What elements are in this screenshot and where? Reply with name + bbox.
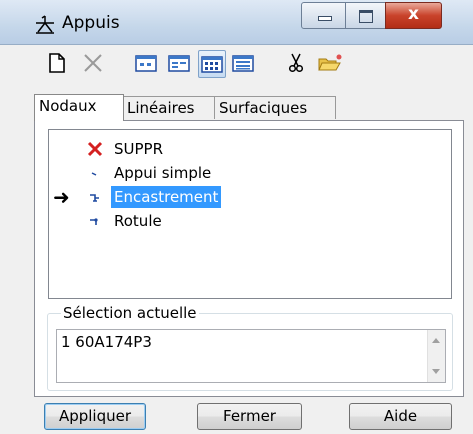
current-arrow-icon: ➜ [53,185,70,209]
delete-button[interactable] [80,50,106,76]
help-button[interactable]: Aide [349,403,452,430]
title-bar[interactable]: Appuis x [0,0,473,45]
close-button[interactable]: Fermer [197,403,302,430]
selection-group: Sélection actuelle 1 60A174P3 [47,304,453,391]
support-list[interactable]: SUPPR Appui simple ➜ Encastrement Rotule [48,129,452,299]
list-item-label: Appui simple [114,164,212,182]
scroll-down-icon[interactable] [432,369,440,374]
selection-group-title: Sélection actuelle [61,304,199,322]
new-icon [49,53,65,73]
tab-label: Surfaciques [219,99,308,117]
apply-button[interactable]: Appliquer [44,403,146,430]
view-small-button[interactable] [133,50,159,76]
tab-nodaux[interactable]: Nodaux [34,94,124,121]
view-details-icon [232,55,254,72]
close-window-button[interactable]: x [385,2,442,29]
list-item-label: Encastrement [111,186,222,208]
maximize-icon [359,10,373,23]
list-item[interactable]: SUPPR [49,138,429,160]
new-button[interactable] [44,50,70,76]
view-list-icon [168,55,190,72]
list-item[interactable]: ➜ Encastrement [49,186,429,208]
view-details-button[interactable] [230,50,256,76]
view-list-button[interactable] [166,50,192,76]
cut-button[interactable] [283,50,309,76]
fixed-support-icon [90,194,99,202]
folder-open-icon [318,54,342,71]
list-item-label: SUPPR [114,140,164,158]
scroll-up-icon[interactable] [432,338,440,343]
selection-field[interactable]: 1 60A174P3 [56,329,446,383]
selection-scrollbar[interactable] [427,330,445,382]
view-small-icon [135,55,157,72]
tab-lineaires[interactable]: Linéaires [122,96,220,119]
simple-support-icon [91,172,97,176]
minimize-icon [318,16,332,21]
delete-icon [84,54,102,72]
maximize-button[interactable] [345,2,387,29]
scissors-icon [288,53,304,73]
view-grid-button[interactable] [198,50,226,78]
list-item-label: Rotule [114,212,162,230]
supports-icon [36,15,54,34]
close-icon: x [408,4,419,24]
tab-panel: SUPPR Appui simple ➜ Encastrement Rotule… [34,120,464,397]
minimize-button[interactable] [301,2,347,29]
list-item[interactable]: Appui simple [49,162,429,184]
open-button[interactable] [318,50,344,76]
tab-surfaciques[interactable]: Surfaciques [214,96,336,119]
red-x-icon [87,141,103,157]
tab-label: Linéaires [127,99,195,117]
window-title: Appuis [62,13,120,33]
view-grid-icon [201,56,223,73]
toolbar [0,44,473,84]
hinge-icon [90,218,98,225]
selection-value: 1 60A174P3 [61,333,152,351]
tab-label: Nodaux [39,97,97,115]
list-item[interactable]: Rotule [49,210,429,232]
